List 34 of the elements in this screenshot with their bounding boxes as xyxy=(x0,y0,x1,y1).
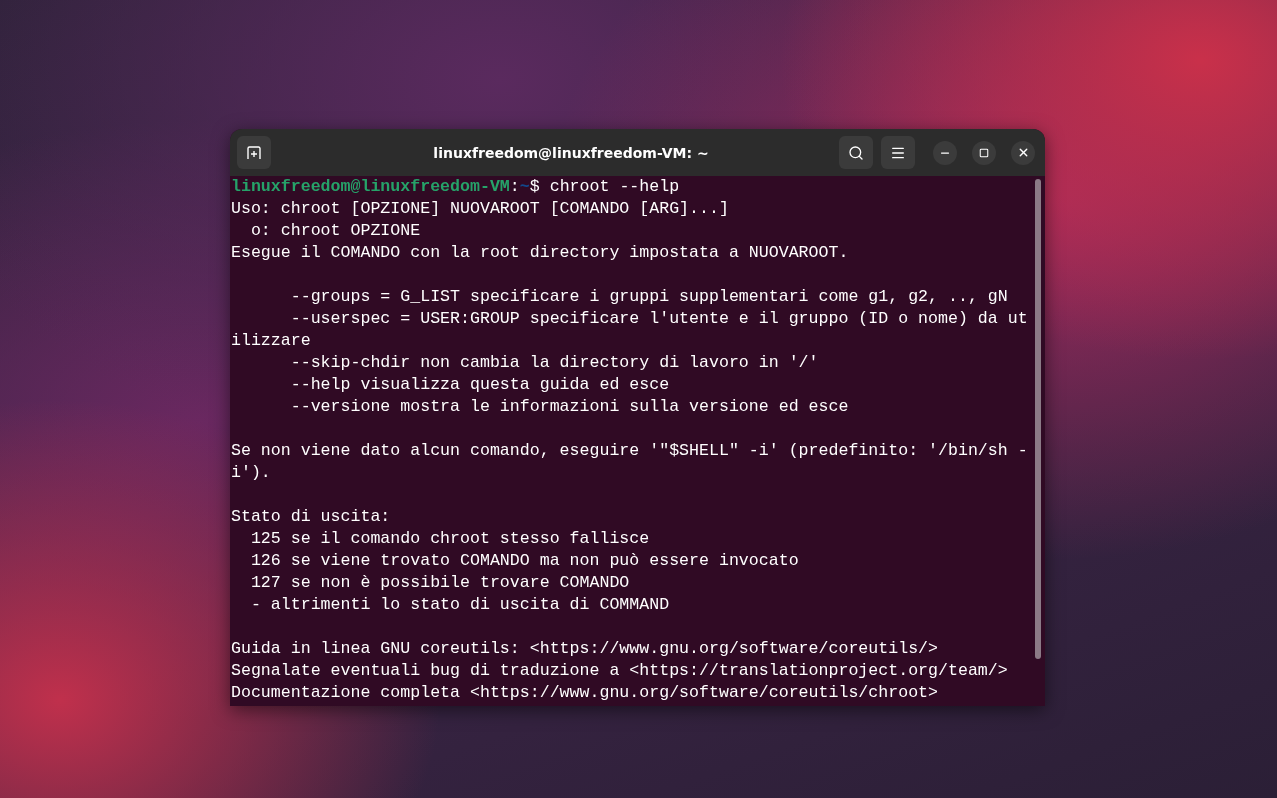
window-title: linuxfreedom@linuxfreedom-VM: ~ xyxy=(432,144,710,161)
output-line: 125 se il comando chroot stesso fallisce xyxy=(249,529,650,548)
scrollbar[interactable] xyxy=(1035,179,1041,659)
search-button[interactable] xyxy=(839,136,873,169)
prompt-text: : xyxy=(509,177,520,196)
output-line: Guida in linea GNU coreutils: <https://www.gnu.org/software/coreutils/> xyxy=(231,639,938,658)
output-line: - altrimenti lo stato di uscita di COMMAND xyxy=(249,595,670,614)
output-line: --help visualizza questa guida ed esce xyxy=(289,375,670,394)
menu-button[interactable] xyxy=(881,136,915,169)
minimize-button[interactable] xyxy=(933,140,957,165)
output-line: ilizzare xyxy=(231,331,311,350)
prompt-text: $ chroot --help xyxy=(529,177,680,196)
output-line: Se non viene dato alcun comando, eseguire '"$SHELL" -i' (predefinito: '/bin/sh - xyxy=(231,441,1028,460)
maximize-icon xyxy=(979,147,989,158)
prompt-host: linuxfreedom@linuxfreedom-VM xyxy=(231,177,510,196)
new-tab-button[interactable] xyxy=(237,136,271,169)
output-line: o: chroot OPZIONE xyxy=(249,221,421,240)
output-line: --skip-chdir non cambia la directory di lavoro in '/' xyxy=(289,353,819,372)
output-line: Uso: chroot [OPZIONE] NUOVAROOT [COMANDO [ARG]...] xyxy=(231,199,729,218)
output-line: 127 se non è possibile trovare COMANDO xyxy=(249,573,630,592)
output-line: i'). xyxy=(231,463,271,482)
prompt-path: ~ xyxy=(519,177,530,196)
output-line: 126 se viene trovato COMANDO ma non può essere invocato xyxy=(249,551,799,570)
output-line: Esegue il COMANDO con la root directory impostata a NUOVAROOT. xyxy=(231,243,849,262)
output-line: --versione mostra le informazioni sulla versione ed esce xyxy=(289,397,849,416)
output-line: Segnalate eventuali bug di traduzione a <https://translationproject.org/team/> xyxy=(231,661,1008,680)
new-tab-icon xyxy=(246,144,262,161)
output-line: --userspec = USER:GROUP specificare l'utente e il gruppo (ID o nome) da ut xyxy=(289,309,1028,328)
maximize-button[interactable] xyxy=(972,140,996,165)
search-icon xyxy=(848,144,864,161)
output-line: Documentazione completa <https://www.gnu.org/software/coreutils/chroot> xyxy=(231,683,938,702)
output-line: Stato di uscita: xyxy=(231,507,391,526)
output-line: --groups = G_LIST specificare i gruppi supplementari come g1, g2, .., gN xyxy=(289,287,1008,306)
close-button[interactable] xyxy=(1011,140,1035,165)
